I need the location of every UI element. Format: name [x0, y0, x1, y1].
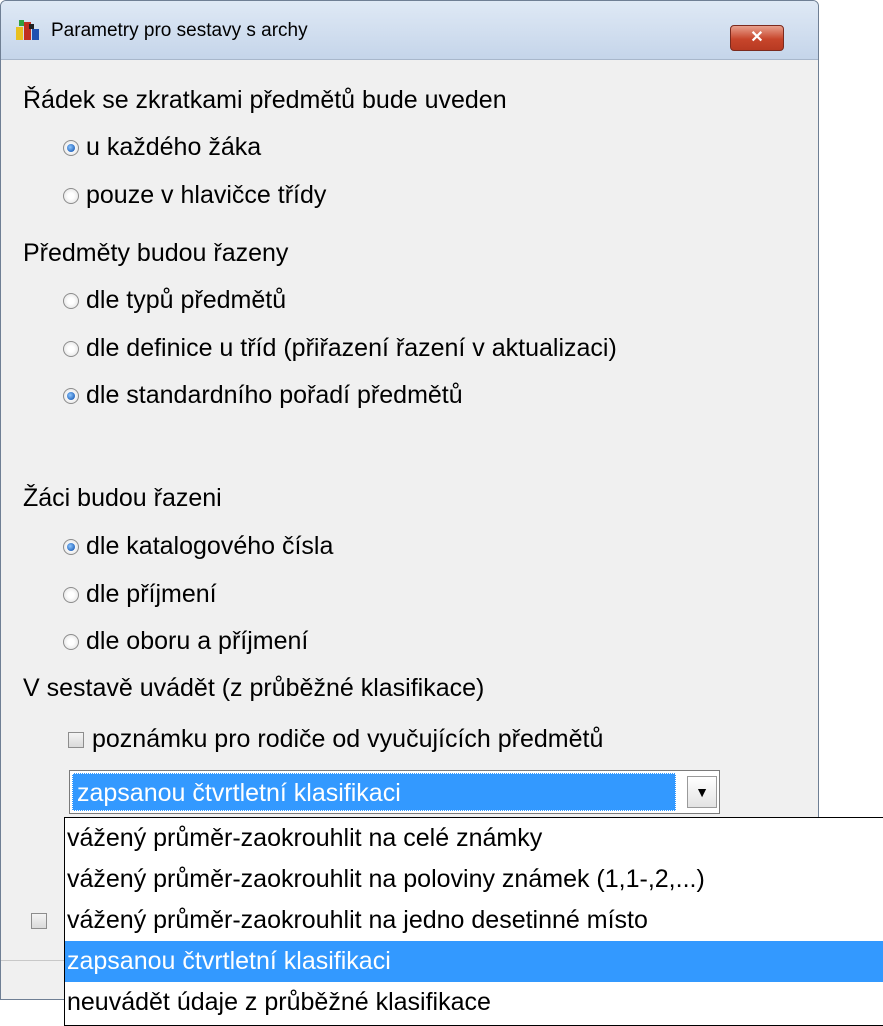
- dropdown-option[interactable]: vážený průměr-zaokrouhlit na jedno deset…: [65, 900, 883, 941]
- checkbox-icon[interactable]: [31, 913, 47, 929]
- radio-icon[interactable]: [63, 387, 79, 404]
- radio-by-class-definition[interactable]: dle definice u tříd (přiřazení řazení v …: [63, 334, 617, 363]
- radio-label: dle typů předmětů: [86, 286, 287, 314]
- combobox-value[interactable]: zapsanou čtvrtletní klasifikaci: [72, 773, 676, 811]
- radio-by-catalog-number[interactable]: dle katalogového čísla: [63, 532, 333, 561]
- dropdown-option[interactable]: vážený průměr-zaokrouhlit na celé známky: [65, 818, 883, 859]
- title-bar[interactable]: Parametry pro sestavy s archy ✕: [1, 1, 818, 60]
- classification-combobox[interactable]: zapsanou čtvrtletní klasifikaci ▼: [69, 770, 720, 814]
- dropdown-option[interactable]: neuvádět údaje z průběžné klasifikace: [65, 982, 883, 1023]
- close-button[interactable]: ✕: [730, 25, 784, 51]
- radio-by-standard-order[interactable]: dle standardního pořadí předmětů: [63, 381, 463, 410]
- radio-label: dle katalogového čísla: [86, 532, 334, 560]
- radio-label: dle příjmení: [86, 580, 217, 608]
- radio-by-subject-type[interactable]: dle typů předmětů: [63, 286, 286, 315]
- radio-icon[interactable]: [63, 340, 79, 357]
- checkbox-parent-note[interactable]: poznámku pro rodiče od vyučujících předm…: [68, 725, 603, 754]
- partially-hidden-checkbox[interactable]: [31, 913, 55, 929]
- radio-by-field-and-surname[interactable]: dle oboru a příjmení: [63, 627, 308, 656]
- window-title: Parametry pro sestavy s archy: [51, 20, 308, 41]
- radio-class-header[interactable]: pouze v hlavičce třídy: [63, 181, 326, 210]
- checkbox-label: poznámku pro rodiče od vyučujících předm…: [92, 725, 604, 753]
- app-icon: [16, 20, 39, 40]
- close-icon: ✕: [750, 29, 764, 46]
- radio-icon[interactable]: [63, 187, 79, 204]
- radio-icon[interactable]: [63, 139, 79, 156]
- dropdown-option[interactable]: vážený průměr-zaokrouhlit na poloviny zn…: [65, 859, 883, 900]
- section-title-subject-row: Řádek se zkratkami předmětů bude uveden: [23, 86, 507, 114]
- checkbox-icon[interactable]: [68, 731, 84, 748]
- section-title-student-order: Žáci budou řazeni: [23, 484, 222, 512]
- radio-icon[interactable]: [63, 538, 79, 555]
- section-title-subject-order: Předměty budou řazeny: [23, 239, 289, 267]
- radio-label: u každého žáka: [86, 133, 262, 161]
- chevron-down-icon[interactable]: ▼: [687, 776, 717, 808]
- radio-icon[interactable]: [63, 633, 79, 650]
- radio-label: dle standardního pořadí předmětů: [86, 381, 463, 409]
- radio-label: pouze v hlavičce třídy: [86, 181, 327, 209]
- dropdown-option-selected[interactable]: zapsanou čtvrtletní klasifikaci: [65, 941, 883, 982]
- radio-each-student[interactable]: u každého žáka: [63, 133, 261, 162]
- radio-icon[interactable]: [63, 586, 79, 603]
- radio-icon[interactable]: [63, 292, 79, 309]
- combobox-dropdown-list: vážený průměr-zaokrouhlit na celé známky…: [64, 817, 883, 1026]
- radio-label: dle oboru a příjmení: [86, 627, 309, 655]
- radio-label: dle definice u tříd (přiřazení řazení v …: [86, 334, 617, 362]
- section-title-report-content: V sestavě uvádět (z průběžné klasifikace…: [23, 674, 485, 702]
- radio-by-surname[interactable]: dle příjmení: [63, 580, 217, 609]
